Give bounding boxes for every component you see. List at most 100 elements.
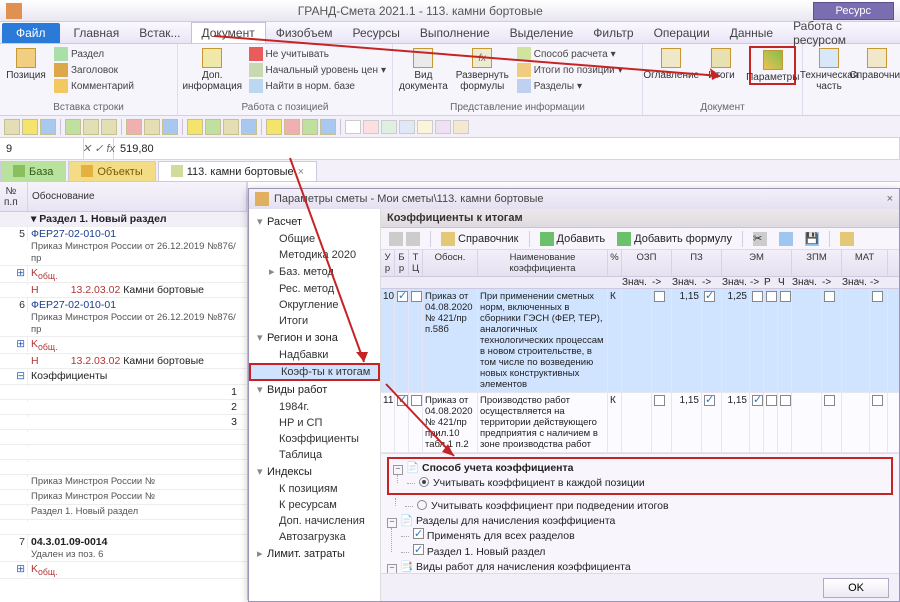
collapse-icon[interactable]: – <box>387 564 397 573</box>
menu-filter[interactable]: Фильтр <box>583 23 643 43</box>
qat-icon[interactable] <box>162 119 178 135</box>
ribbon-calcmethod[interactable]: Способ расчета ▾ <box>517 47 623 61</box>
collapse-icon[interactable]: – <box>393 465 403 475</box>
tree-node[interactable]: ▾Регион и зона <box>249 329 380 347</box>
ribbon-reference[interactable]: Справочник <box>857 46 897 81</box>
coef-grid[interactable]: У р Б р Т Ц Обосн. Наименование коэффици… <box>381 250 899 453</box>
tab-active[interactable]: 113. камни бортовые× <box>158 161 317 181</box>
menu-exec[interactable]: Выполнение <box>410 23 500 43</box>
chk-all-sections[interactable] <box>413 528 424 539</box>
qat-icon[interactable] <box>126 119 142 135</box>
collapse-icon[interactable]: – <box>387 518 397 528</box>
ribbon-positotals[interactable]: Итоги по позиции ▾ <box>517 63 623 77</box>
qat-icon[interactable] <box>223 119 239 135</box>
color-swatch[interactable] <box>381 120 397 134</box>
close-icon[interactable]: × <box>298 166 304 178</box>
tree-node[interactable]: Доп. начисления <box>249 513 380 529</box>
ribbon-findnorm[interactable]: Найти в норм. базе <box>249 79 386 93</box>
tree-node[interactable]: Надбавки <box>249 347 380 363</box>
tree-node[interactable]: 1984г. <box>249 399 380 415</box>
qat-icon[interactable] <box>320 119 336 135</box>
cell-ref[interactable]: 9 <box>0 138 84 159</box>
menu-insert[interactable]: Встак... <box>129 23 190 43</box>
ribbon-doctype[interactable]: Вид документа <box>399 46 448 92</box>
col-justif[interactable]: Обоснование <box>28 182 247 211</box>
ribbon-parameters[interactable]: Параметры <box>749 46 796 85</box>
coef-row-11[interactable]: 11 Приказ от 04.08.2020 № 421/пр прил.10… <box>381 393 899 453</box>
tool-doc[interactable] <box>836 231 858 247</box>
ribbon-techpart[interactable]: Техническая часть <box>809 46 849 92</box>
qat-icon[interactable] <box>266 119 282 135</box>
cancel-icon[interactable]: ✕ <box>82 142 91 155</box>
tree-node[interactable]: Методика 2020 <box>249 247 380 263</box>
tree-node[interactable]: ▸Баз. метод <box>249 263 380 281</box>
tree-node[interactable]: Округление <box>249 297 380 313</box>
dialog-tree[interactable]: ▾РасчетОбщиеМетодика 2020▸Баз. методРес.… <box>249 209 381 601</box>
qat-icon[interactable] <box>65 119 81 135</box>
tool-add[interactable]: Добавить <box>536 231 610 247</box>
tree-node[interactable]: ▾Расчет <box>249 213 380 231</box>
formula-input[interactable]: 519,80 <box>114 138 900 159</box>
ribbon-startlevel[interactable]: Начальный уровень цен ▾ <box>249 63 386 77</box>
qat-icon[interactable] <box>302 119 318 135</box>
qat-icon[interactable] <box>205 119 221 135</box>
tree-node[interactable]: Автозагрузка <box>249 529 380 545</box>
file-menu[interactable]: Файл <box>2 23 60 43</box>
tool-copy[interactable] <box>775 231 797 247</box>
chk-section-1[interactable] <box>413 544 424 555</box>
tree-node[interactable]: ▾Виды работ <box>249 381 380 399</box>
tool-cut[interactable]: ✂ <box>749 231 771 247</box>
color-swatch[interactable] <box>345 120 361 134</box>
qat-icon[interactable] <box>22 119 38 135</box>
ribbon-toc[interactable]: Оглавление <box>649 46 693 81</box>
menu-physvol[interactable]: Физобъем <box>266 23 343 43</box>
radio-at-totals[interactable] <box>417 500 427 510</box>
tree-node[interactable]: ▸Лимит. затраты <box>249 545 380 563</box>
menu-selection[interactable]: Выделение <box>500 23 584 43</box>
qat-icon[interactable] <box>144 119 160 135</box>
color-swatch[interactable] <box>399 120 415 134</box>
tree-node[interactable]: К позициям <box>249 481 380 497</box>
qat-icon[interactable] <box>4 119 20 135</box>
tree-node[interactable]: ▾Индексы <box>249 463 380 481</box>
tool-save[interactable]: 💾 <box>801 231 823 247</box>
color-swatch[interactable] <box>363 120 379 134</box>
radio-per-position[interactable] <box>419 477 429 487</box>
qat-icon[interactable] <box>83 119 99 135</box>
ribbon-expand-fx[interactable]: fxРазвернуть формулы <box>456 46 509 92</box>
tool-reference[interactable]: Справочник <box>437 231 523 247</box>
ribbon-ignore[interactable]: Не учитывать <box>249 47 386 61</box>
tree-node[interactable]: К ресурсам <box>249 497 380 513</box>
tree-node[interactable]: Рес. метод <box>249 281 380 297</box>
menu-resources[interactable]: Ресурсы <box>343 23 410 43</box>
qat-icon[interactable] <box>284 119 300 135</box>
tab-base[interactable]: База <box>0 161 66 181</box>
menu-main[interactable]: Главная <box>64 23 130 43</box>
tool-nav[interactable] <box>385 231 424 247</box>
ribbon-position[interactable]: Позиция <box>6 46 46 81</box>
menu-document[interactable]: Документ <box>191 22 266 43</box>
ribbon-totals[interactable]: Итоги <box>701 46 741 81</box>
menu-data[interactable]: Данные <box>720 23 783 43</box>
tree-node[interactable]: Таблица <box>249 447 380 463</box>
qat-icon[interactable] <box>101 119 117 135</box>
col-num[interactable]: № п.п <box>0 182 28 211</box>
ribbon-comment[interactable]: Комментарий <box>54 79 134 93</box>
ribbon-dopinfo[interactable]: Доп. информация <box>184 46 241 92</box>
ribbon-section[interactable]: Раздел <box>54 47 134 61</box>
tab-objects[interactable]: Объекты <box>68 161 155 181</box>
qat-icon[interactable] <box>241 119 257 135</box>
tree-node[interactable]: НР и СП <box>249 415 380 431</box>
accept-icon[interactable]: ✓ <box>94 142 103 155</box>
color-swatch[interactable] <box>453 120 469 134</box>
qat-icon[interactable] <box>187 119 203 135</box>
menu-ops[interactable]: Операции <box>644 23 720 43</box>
tree-node[interactable]: Итоги <box>249 313 380 329</box>
tree-node[interactable]: Коэффициенты <box>249 431 380 447</box>
ribbon-sections[interactable]: Разделы ▾ <box>517 79 623 93</box>
close-icon[interactable]: × <box>887 193 893 205</box>
qat-icon[interactable] <box>40 119 56 135</box>
tool-add-formula[interactable]: Добавить формулу <box>613 231 736 247</box>
tree-node[interactable]: Коэф-ты к итогам <box>249 363 380 381</box>
ok-button[interactable]: OK <box>823 578 889 598</box>
